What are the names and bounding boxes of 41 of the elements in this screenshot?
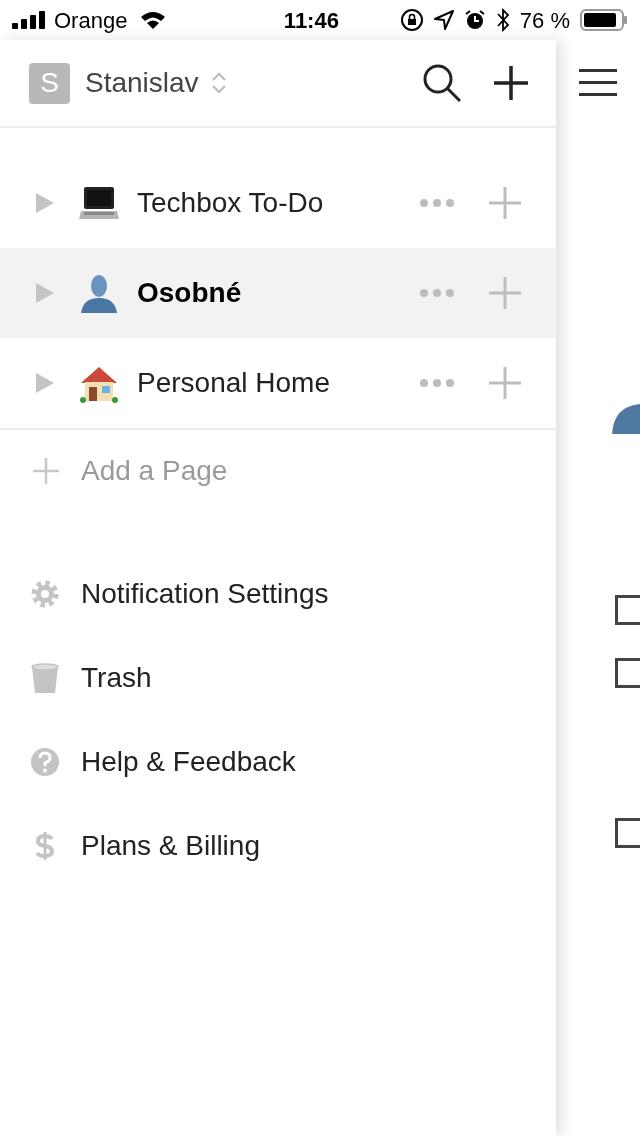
page-item[interactable]: Techbox To-Do bbox=[0, 158, 556, 248]
carrier-name: Orange bbox=[54, 6, 128, 35]
menu-item[interactable]: Help & Feedback bbox=[0, 720, 556, 804]
trash-icon bbox=[30, 663, 60, 693]
page-title: Techbox To-Do bbox=[137, 186, 324, 220]
plus-icon bbox=[33, 458, 59, 484]
expand-triangle-icon[interactable] bbox=[36, 373, 54, 393]
rotation-lock-icon bbox=[399, 8, 424, 32]
workspace-avatar: S bbox=[29, 62, 70, 104]
page-item[interactable]: Osobné bbox=[0, 248, 556, 338]
search-icon[interactable] bbox=[422, 63, 462, 103]
battery-icon bbox=[580, 9, 628, 31]
more-icon[interactable] bbox=[419, 378, 455, 388]
wifi-icon bbox=[139, 10, 168, 30]
menu-item[interactable]: Plans & Billing bbox=[0, 804, 556, 888]
gear-icon bbox=[30, 579, 60, 609]
checkbox[interactable] bbox=[615, 818, 640, 848]
page-item[interactable]: Personal Home bbox=[0, 338, 556, 428]
menu-icon[interactable] bbox=[579, 68, 619, 98]
page-title: Personal Home bbox=[137, 366, 330, 400]
expand-triangle-icon[interactable] bbox=[36, 193, 54, 213]
expand-triangle-icon[interactable] bbox=[36, 283, 54, 303]
help-icon bbox=[30, 747, 60, 777]
menu-item[interactable]: Notification Settings bbox=[0, 552, 556, 636]
person-icon bbox=[79, 273, 119, 313]
more-icon[interactable] bbox=[419, 198, 455, 208]
checkbox[interactable] bbox=[615, 595, 640, 625]
plus-icon[interactable] bbox=[494, 66, 528, 100]
bluetooth-icon bbox=[495, 8, 510, 32]
page-icon bbox=[612, 404, 640, 434]
page-title: Osobné bbox=[137, 276, 242, 310]
workspace-switcher[interactable]: Stanislav bbox=[85, 62, 227, 104]
alarm-clock-icon bbox=[463, 9, 486, 31]
menu-item[interactable]: Trash bbox=[0, 636, 556, 720]
chevron-up-down-icon bbox=[210, 70, 227, 96]
more-icon[interactable] bbox=[419, 288, 455, 298]
signal-icon bbox=[12, 11, 46, 29]
checkbox[interactable] bbox=[615, 658, 640, 688]
clock-time: 11:46 bbox=[282, 6, 340, 35]
location-arrow-icon bbox=[433, 10, 454, 30]
battery-percentage: 76 % bbox=[519, 6, 570, 35]
